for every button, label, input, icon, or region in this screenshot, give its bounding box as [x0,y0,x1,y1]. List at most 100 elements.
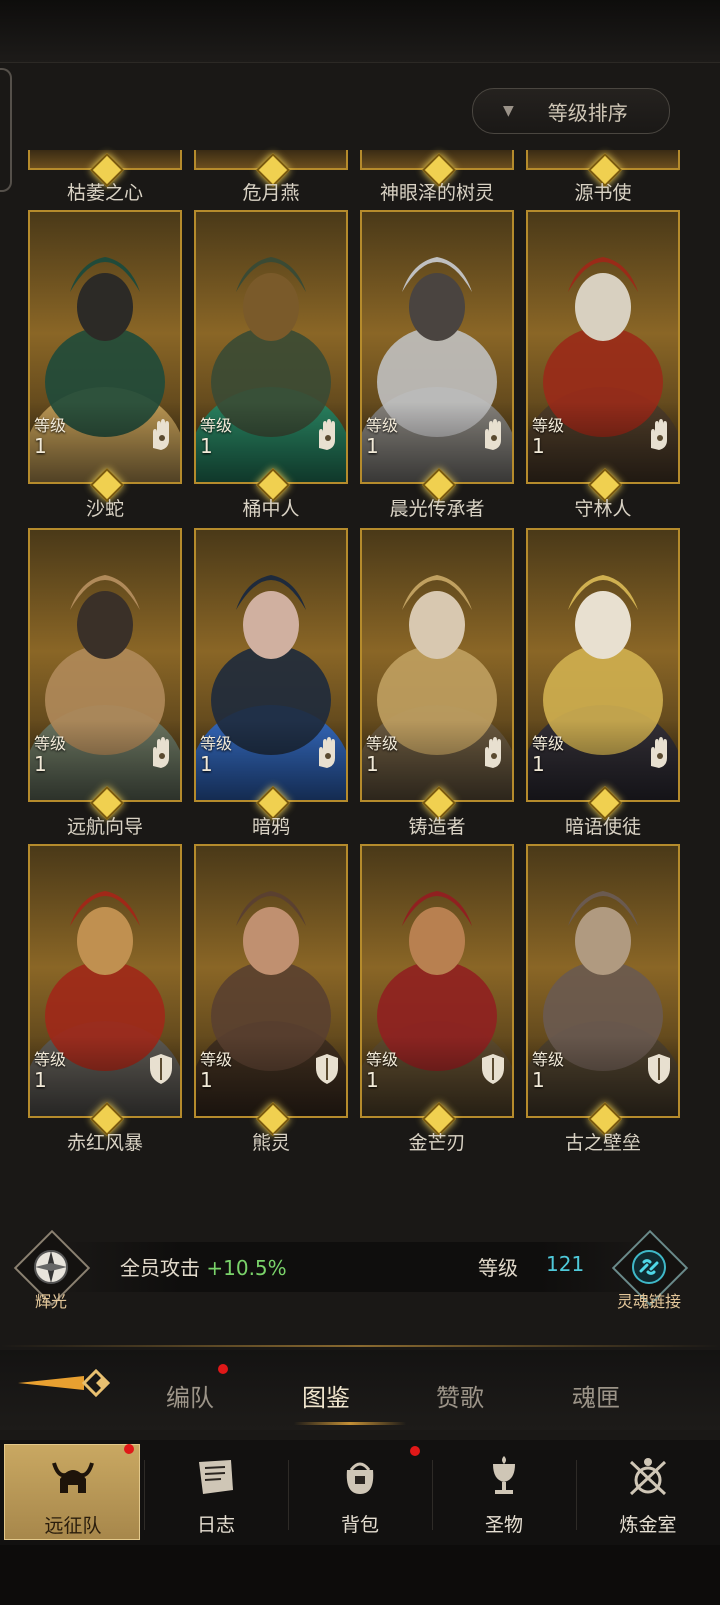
level-value: 1 [34,434,47,458]
team-attack-stat: 全员攻击 +10.5% [120,1256,287,1280]
level-label: 等级 [200,734,233,753]
nav-alchemy-label: 炼金室 [619,1514,677,1536]
nav-backpack-label: 背包 [340,1514,379,1536]
collection-stats-bar: 辉光 全员攻击 +10.5% 等级 121 灵魂链接 [0,1228,720,1311]
tab-hymn[interactable]: 赞歌 [436,1378,484,1413]
hero-name: 古之壁垒 [564,1132,641,1154]
back-button[interactable] [14,1358,124,1408]
arrow-back-icon [18,1368,111,1398]
nav-alchemy[interactable]: 炼金室 [580,1444,716,1540]
total-level-value: 121 [546,1252,585,1276]
hero-name: 金芒刃 [408,1132,466,1154]
level-value: 1 [532,434,545,458]
soul-link-emblem[interactable]: 灵魂链接 [611,1229,689,1311]
nav-backpack-badge [410,1446,420,1456]
nav-expedition[interactable]: 远征队 [4,1444,140,1540]
shield-class-icon [482,1054,504,1084]
hero-name: 晨光传承者 [389,498,485,520]
triangle-down-icon: ▼ [503,103,514,119]
nav-journal-label: 日志 [196,1514,235,1536]
hero-name: 沙蛇 [85,498,124,520]
hand-class-icon [651,737,667,768]
level-label: 等级 [532,1050,565,1069]
active-tab-indicator [294,1422,406,1425]
hero-name: 赤红风暴 [66,1132,143,1154]
sort-button[interactable]: ▼ 等级排序 [472,88,670,134]
hero-name: 守林人 [574,498,632,520]
hand-class-icon [319,737,335,768]
bottom-decoration [0,1545,720,1605]
level-value: 1 [366,752,379,776]
collection-tabs: 编队 图鉴 赞歌 魂匣 [0,1350,720,1430]
level-label: 等级 [532,734,565,753]
section-divider [0,1345,720,1347]
shield-class-icon [648,1054,670,1084]
team-attack-value: +10.5% [206,1256,287,1280]
hero-name: 远航向导 [66,816,143,838]
hero-name: 熊灵 [251,1132,290,1154]
level-value: 1 [532,752,545,776]
hand-class-icon [319,419,335,450]
hero-card[interactable]: 等级 1 [360,528,514,802]
level-label: 等级 [34,734,67,753]
soul-link-caption: 灵魂链接 [616,1292,681,1311]
radiance-caption: 辉光 [34,1292,67,1311]
shield-class-icon [316,1054,338,1084]
tab-codex[interactable]: 图鉴 [302,1378,350,1413]
hero-card[interactable]: 等级 1 [28,210,182,484]
level-label: 等级 [34,416,67,435]
hero-name: 枯萎之心 [66,182,143,204]
hero-card[interactable]: 等级 1 [28,528,182,802]
sort-label: 等级排序 [547,100,628,125]
scroll-icon [199,1460,233,1494]
tab-formation[interactable]: 编队 [166,1378,214,1413]
hero-card[interactable]: 等级 1 [194,210,348,484]
level-value: 1 [200,752,213,776]
chain-link-icon [632,1250,666,1284]
hero-card[interactable]: 等级 1 [194,844,348,1118]
level-value: 1 [532,1068,545,1092]
nav-backpack[interactable]: 背包 [292,1444,428,1540]
level-label: 等级 [200,1050,233,1069]
radiance-emblem[interactable]: 辉光 [13,1229,91,1311]
side-drawer-handle[interactable] [0,68,12,192]
level-label: 等级 [34,1050,67,1069]
bag-icon [346,1462,374,1494]
hero-card[interactable]: 等级 1 [526,844,680,1118]
hero-name: 桶中人 [242,498,300,520]
nav-journal[interactable]: 日志 [148,1444,284,1540]
hero-name: 源书使 [574,182,632,204]
tab-soul-box[interactable]: 魂匣 [572,1378,620,1413]
hero-card[interactable]: 等级 1 [194,528,348,802]
hand-class-icon [651,419,667,450]
hand-class-icon [485,419,501,450]
level-label: 等级 [366,1050,399,1069]
level-value: 1 [366,434,379,458]
hero-name: 神眼泽的树灵 [379,182,494,204]
hero-card[interactable]: 等级 1 [526,210,680,484]
top-banner [0,0,720,63]
helmet-icon [52,1462,94,1493]
level-value: 1 [200,1068,213,1092]
nav-relics[interactable]: 圣物 [436,1444,572,1540]
alchemy-icon [629,1458,667,1496]
bottom-navigation: 远征队 日志 背包 圣物 炼金室 [0,1440,720,1545]
hero-name: 暗鸦 [251,816,290,838]
compass-icon [34,1250,68,1284]
hero-card[interactable]: 等级 1 [360,210,514,484]
hero-card[interactable]: 等级 1 [28,844,182,1118]
total-level-label: 等级 [478,1256,518,1280]
hero-card[interactable]: 等级 1 [360,844,514,1118]
level-label: 等级 [200,416,233,435]
hand-class-icon [153,737,169,768]
hand-class-icon [153,419,169,450]
level-label: 等级 [366,734,399,753]
nav-expedition-label: 远征队 [44,1515,102,1537]
hero-card[interactable]: 等级 1 [526,528,680,802]
chalice-icon [493,1456,515,1494]
hero-name: 暗语使徒 [564,816,641,838]
nav-expedition-badge [124,1444,134,1454]
hero-name: 危月燕 [242,182,300,204]
hand-class-icon [485,737,501,768]
hero-name: 铸造者 [408,816,466,838]
